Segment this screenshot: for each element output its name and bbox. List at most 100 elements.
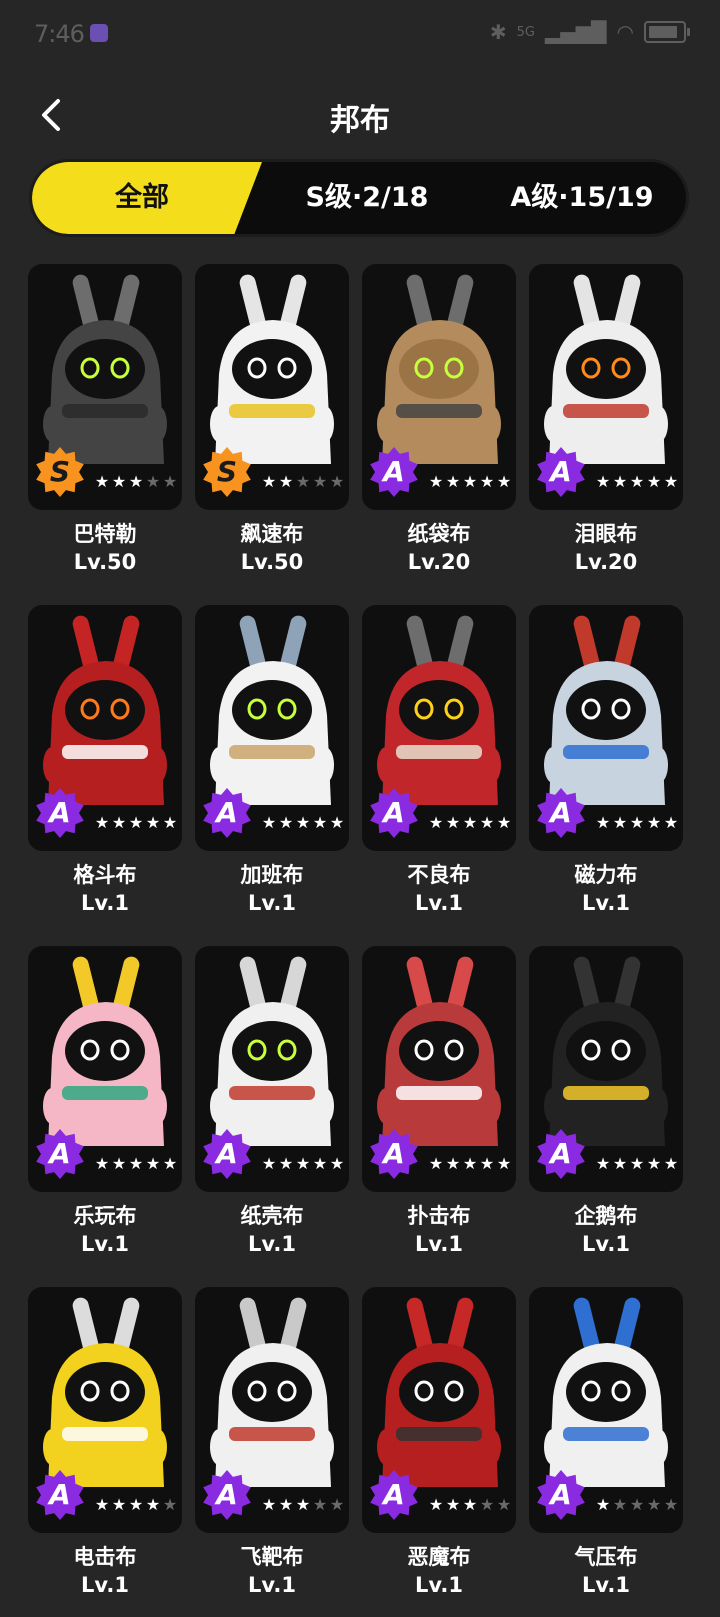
- star-icon: ★: [111, 813, 127, 832]
- devil-bangboo-icon: [377, 1297, 501, 1487]
- bangboo-card-image[interactable]: A ★ ★ ★ ★ ★: [195, 605, 349, 851]
- bangboo-card[interactable]: A ★ ★ ★ ★ ★ 不良布 Lv.1: [362, 605, 516, 935]
- rank-letter: A: [49, 796, 71, 829]
- bangboo-level: Lv.1: [415, 1232, 463, 1256]
- bangboo-card[interactable]: S ★ ★ ★ ★ ★ 飙速布 Lv.50: [195, 264, 349, 594]
- paperbag-bangboo-icon: [377, 274, 501, 464]
- star-icon: ★: [445, 813, 461, 832]
- bangboo-level: Lv.1: [81, 1232, 129, 1256]
- bangboo-card[interactable]: A ★ ★ ★ ★ ★ 加班布 Lv.1: [195, 605, 349, 935]
- star-rating: ★ ★ ★ ★ ★: [428, 1497, 512, 1515]
- star-icon: ★: [261, 813, 277, 832]
- bangboo-portrait: [210, 274, 334, 464]
- star-rating: ★ ★ ★ ★ ★: [94, 1156, 178, 1174]
- star-rating: ★ ★ ★ ★ ★: [595, 815, 679, 833]
- bangboo-card-image[interactable]: A ★ ★ ★ ★ ★: [529, 605, 683, 851]
- header: 邦布: [0, 85, 720, 145]
- app-notification-icon: [90, 24, 108, 42]
- bangboo-level: Lv.1: [415, 891, 463, 915]
- rank-letter: A: [383, 796, 405, 829]
- signal-icon: ▂▄▆█: [545, 20, 607, 44]
- bangboo-portrait: [377, 615, 501, 805]
- star-icon: ★: [428, 472, 444, 491]
- bangboo-card-image[interactable]: A ★ ★ ★ ★ ★: [362, 605, 516, 851]
- bangboo-card[interactable]: A ★ ★ ★ ★ ★ 恶魔布 Lv.1: [362, 1287, 516, 1617]
- bangboo-portrait: [43, 1297, 167, 1487]
- penguin-bangboo-icon: [544, 956, 668, 1146]
- bangboo-card-image[interactable]: A ★ ★ ★ ★ ★: [195, 946, 349, 1192]
- bangboo-card[interactable]: A ★ ★ ★ ★ ★ 纸壳布 Lv.1: [195, 946, 349, 1276]
- bangboo-name: 电击布: [73, 1545, 137, 1569]
- wifi-icon: ◠: [616, 20, 634, 44]
- rank-letter: A: [383, 455, 405, 488]
- star-icon: ★: [612, 813, 628, 832]
- star-rating: ★ ★ ★ ★ ★: [261, 1156, 345, 1174]
- bangboo-portrait: [377, 274, 501, 464]
- pressure-bangboo-icon: [544, 1297, 668, 1487]
- bangboo-card[interactable]: A ★ ★ ★ ★ ★ 飞靶布 Lv.1: [195, 1287, 349, 1617]
- bangboo-card-image[interactable]: A ★ ★ ★ ★ ★: [362, 946, 516, 1192]
- star-icon: ★: [128, 1154, 144, 1173]
- star-icon: ★: [479, 472, 495, 491]
- bangboo-portrait: [43, 956, 167, 1146]
- bangboo-card-image[interactable]: A ★ ★ ★ ★ ★: [195, 1287, 349, 1533]
- star-icon: ★: [145, 472, 161, 491]
- rank-letter: A: [216, 796, 238, 829]
- bangboo-card[interactable]: A ★ ★ ★ ★ ★ 磁力布 Lv.1: [529, 605, 683, 935]
- star-icon: ★: [663, 1495, 679, 1514]
- bangboo-card[interactable]: S ★ ★ ★ ★ ★ 巴特勒 Lv.50: [28, 264, 182, 594]
- bangboo-name: 飙速布: [240, 522, 304, 546]
- star-icon: ★: [111, 1154, 127, 1173]
- bangboo-portrait: [377, 1297, 501, 1487]
- bangboo-card-image[interactable]: A ★ ★ ★ ★ ★: [362, 264, 516, 510]
- bangboo-card-image[interactable]: S ★ ★ ★ ★ ★: [195, 264, 349, 510]
- tab-a-rank[interactable]: A级·15/19: [482, 162, 682, 234]
- bangboo-card[interactable]: A ★ ★ ★ ★ ★ 格斗布 Lv.1: [28, 605, 182, 935]
- star-icon: ★: [261, 1154, 277, 1173]
- star-icon: ★: [646, 813, 662, 832]
- bangboo-level: Lv.50: [73, 550, 137, 574]
- bangboo-card-image[interactable]: A ★ ★ ★ ★ ★: [529, 264, 683, 510]
- battery-icon: [644, 21, 690, 43]
- star-icon: ★: [312, 813, 328, 832]
- bangboo-name: 不良布: [407, 863, 471, 887]
- star-icon: ★: [278, 1154, 294, 1173]
- star-icon: ★: [479, 1154, 495, 1173]
- star-icon: ★: [496, 1154, 512, 1173]
- bangboo-name: 气压布: [574, 1545, 638, 1569]
- star-icon: ★: [312, 472, 328, 491]
- bangboo-level: Lv.20: [407, 550, 471, 574]
- star-icon: ★: [278, 472, 294, 491]
- star-icon: ★: [312, 1154, 328, 1173]
- star-icon: ★: [295, 1154, 311, 1173]
- tab-all[interactable]: 全部: [62, 162, 222, 234]
- bangboo-level: Lv.1: [582, 1232, 630, 1256]
- network-label: 5G: [516, 24, 536, 40]
- bangboo-card[interactable]: A ★ ★ ★ ★ ★ 气压布 Lv.1: [529, 1287, 683, 1617]
- bangboo-card[interactable]: A ★ ★ ★ ★ ★ 扑击布 Lv.1: [362, 946, 516, 1276]
- bangboo-card[interactable]: A ★ ★ ★ ★ ★ 泪眼布 Lv.20: [529, 264, 683, 594]
- bangboo-portrait: [43, 615, 167, 805]
- bangboo-name: 纸袋布: [407, 522, 471, 546]
- star-icon: ★: [445, 1495, 461, 1514]
- bangboo-card[interactable]: A ★ ★ ★ ★ ★ 纸袋布 Lv.20: [362, 264, 516, 594]
- bangboo-level: Lv.1: [582, 1573, 630, 1597]
- bangboo-card[interactable]: A ★ ★ ★ ★ ★ 电击布 Lv.1: [28, 1287, 182, 1617]
- tab-s-rank[interactable]: S级·2/18: [272, 162, 462, 234]
- bangboo-portrait: [210, 1297, 334, 1487]
- target-bangboo-icon: [210, 1297, 334, 1487]
- bangboo-card-image[interactable]: A ★ ★ ★ ★ ★: [529, 946, 683, 1192]
- bangboo-card-image[interactable]: A ★ ★ ★ ★ ★: [28, 946, 182, 1192]
- bangboo-card-image[interactable]: A ★ ★ ★ ★ ★: [362, 1287, 516, 1533]
- rank-letter: A: [216, 1137, 238, 1170]
- bangboo-card[interactable]: A ★ ★ ★ ★ ★ 乐玩布 Lv.1: [28, 946, 182, 1276]
- bangboo-name: 飞靶布: [240, 1545, 304, 1569]
- bangboo-card-image[interactable]: A ★ ★ ★ ★ ★: [28, 605, 182, 851]
- bangboo-card-image[interactable]: A ★ ★ ★ ★ ★: [529, 1287, 683, 1533]
- bangboo-card-image[interactable]: A ★ ★ ★ ★ ★: [28, 1287, 182, 1533]
- bangboo-name: 乐玩布: [73, 1204, 137, 1228]
- bangboo-card-image[interactable]: S ★ ★ ★ ★ ★: [28, 264, 182, 510]
- star-icon: ★: [595, 813, 611, 832]
- star-icon: ★: [162, 813, 178, 832]
- bangboo-card[interactable]: A ★ ★ ★ ★ ★ 企鹅布 Lv.1: [529, 946, 683, 1276]
